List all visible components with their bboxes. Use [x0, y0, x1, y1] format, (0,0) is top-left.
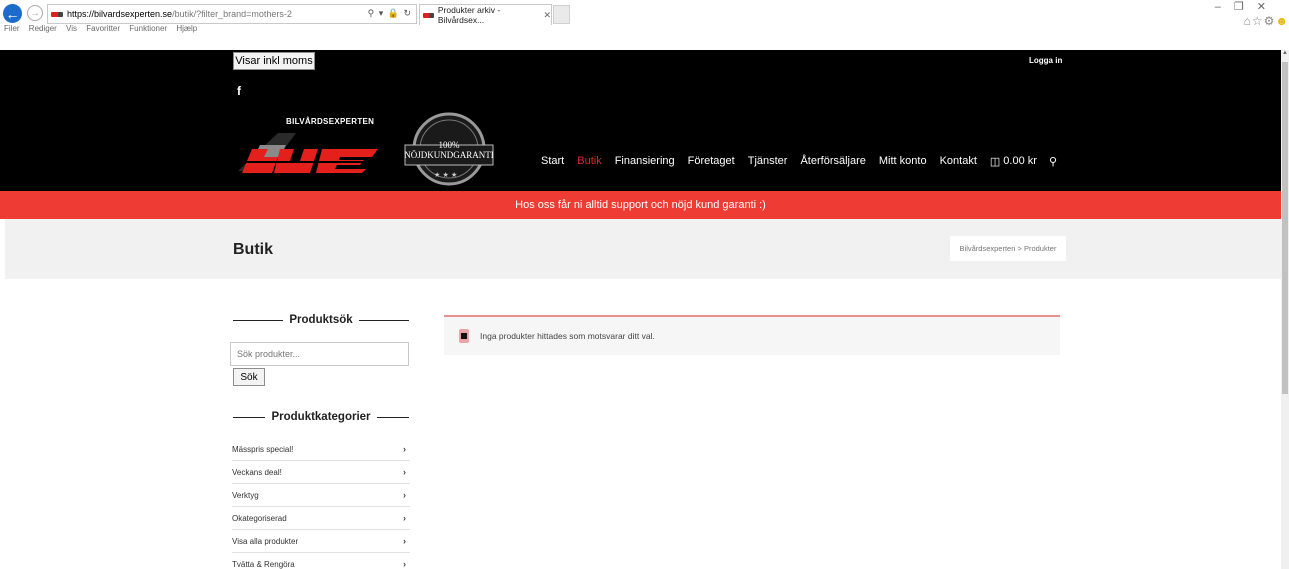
product-search-button[interactable]: Sök	[233, 368, 265, 386]
search-icon[interactable]: ⚲	[1049, 155, 1057, 168]
logo-text: BILVÅRDSEXPERTEN	[286, 117, 375, 126]
page-title-bar: Butik Bilvårdsexperten > Produkter	[5, 219, 1281, 279]
scroll-up-icon[interactable]: ▲	[1281, 50, 1289, 60]
nav-butik[interactable]: Butik	[577, 155, 601, 167]
main-navigation: Start Butik Finansiering Företaget Tjäns…	[541, 154, 1057, 168]
category-list: Mässpris special! › Veckans deal! › Verkty…	[232, 438, 410, 569]
chevron-right-icon: ›	[403, 559, 406, 569]
site-favicon-icon	[51, 11, 63, 17]
nav-kontakt[interactable]: Kontakt	[940, 155, 977, 167]
chevron-right-icon: ›	[403, 467, 406, 477]
search-icon[interactable]: ⚲	[368, 8, 376, 18]
chevron-right-icon: ›	[403, 513, 406, 523]
shopping-bag-icon[interactable]: ◫	[990, 155, 1000, 168]
logo-mark-icon	[238, 133, 380, 173]
close-window-icon[interactable]: ✕	[1257, 1, 1279, 13]
menu-item-funktioner[interactable]: Funktioner	[129, 24, 167, 33]
guarantee-badge: ★ ★ ★ 100% NÖJDKUNDGARANTI	[404, 112, 494, 186]
url-host: https://bilvardsexperten.se	[67, 9, 173, 19]
scroll-thumb[interactable]	[1282, 62, 1288, 394]
address-bar-icons: ⚲ ▾ 🔒 ↻	[367, 8, 412, 18]
forward-arrow-icon[interactable]: →	[27, 5, 43, 21]
product-search-title: Produktsök	[233, 312, 410, 328]
browser-chrome: ← → https://bilvardsexperten.se/butik/?f…	[0, 0, 1289, 35]
nav-tjanster[interactable]: Tjänster	[748, 155, 788, 167]
notice-text: Inga produkter hittades som motsvarar di…	[480, 331, 655, 341]
web-page: Visar inkl moms Logga in f BILVÅRDSEXPER…	[0, 35, 1281, 569]
page-scrollbar[interactable]: ▲	[1281, 50, 1289, 569]
page-title: Butik	[233, 241, 273, 258]
cart-amount[interactable]: 0.00 kr	[1003, 155, 1037, 167]
category-item[interactable]: Verktyg ›	[232, 484, 410, 507]
menu-item-filer[interactable]: Filer	[4, 24, 20, 33]
minimize-icon[interactable]: –	[1215, 1, 1234, 13]
restore-icon[interactable]: ❐	[1234, 1, 1257, 13]
product-search-input[interactable]	[230, 342, 409, 366]
nav-mitt-konto[interactable]: Mitt konto	[879, 155, 927, 167]
window-controls: –❐✕	[1215, 0, 1279, 13]
menu-item-favoritter[interactable]: Favoritter	[86, 24, 120, 33]
menu-bar: Filer Rediger Vis Favoritter Funktioner …	[0, 24, 1289, 35]
vat-toggle-button[interactable]: Visar inkl moms	[233, 52, 315, 70]
chevron-right-icon: ›	[403, 444, 406, 454]
badge-label: NÖJDKUNDGARANTI	[404, 150, 494, 160]
badge-percent: 100%	[438, 140, 460, 150]
close-icon[interactable]: ✕	[543, 10, 551, 21]
nav-start[interactable]: Start	[541, 155, 564, 167]
refresh-icon[interactable]: ↻	[403, 8, 412, 18]
category-item[interactable]: Okategoriserad ›	[232, 507, 410, 530]
back-arrow-icon[interactable]: ←	[3, 4, 22, 23]
no-products-notice: Inga produkter hittades som motsvarar di…	[444, 315, 1060, 355]
site-logo[interactable]: BILVÅRDSEXPERTEN	[238, 117, 380, 173]
new-tab-button[interactable]	[553, 5, 570, 24]
nav-foretaget[interactable]: Företaget	[688, 155, 735, 167]
nav-finansiering[interactable]: Finansiering	[615, 155, 675, 167]
menu-item-hjaelp[interactable]: Hjælp	[176, 24, 197, 33]
url-path: /butik/?filter_brand=mothers-2	[172, 9, 292, 19]
facebook-icon[interactable]: f	[237, 84, 241, 98]
category-item[interactable]: Visa alla produkter ›	[232, 530, 410, 553]
promo-banner: Hos oss får ni alltid support och nöjd k…	[0, 191, 1281, 219]
login-link[interactable]: Logga in	[1029, 56, 1062, 65]
tab-title: Produkter arkiv - Bilvårdsex...	[437, 5, 501, 25]
chevron-right-icon: ›	[403, 490, 406, 500]
menu-item-vis[interactable]: Vis	[66, 24, 77, 33]
tab-favicon-icon	[423, 12, 434, 18]
menu-item-rediger[interactable]: Rediger	[29, 24, 57, 33]
category-item[interactable]: Mässpris special! ›	[232, 438, 410, 461]
address-bar[interactable]: https://bilvardsexperten.se/butik/?filte…	[47, 4, 417, 24]
category-item[interactable]: Veckans deal! ›	[232, 461, 410, 484]
info-icon	[459, 329, 469, 343]
category-item[interactable]: Tvätta & Rengöra ›	[232, 553, 410, 569]
nav-aterforsaljare[interactable]: Återförsäljare	[800, 155, 865, 167]
breadcrumb[interactable]: Bilvårdsexperten > Produkter	[950, 236, 1066, 261]
product-categories-title: Produktkategorier	[233, 409, 409, 425]
site-header: Visar inkl moms Logga in f BILVÅRDSEXPER…	[0, 50, 1281, 191]
lock-icon: 🔒	[387, 8, 400, 18]
svg-text:★ ★ ★: ★ ★ ★	[434, 171, 457, 179]
chevron-right-icon: ›	[403, 536, 406, 546]
browser-tab[interactable]: Produkter arkiv - Bilvårdsex... ✕	[419, 4, 552, 25]
